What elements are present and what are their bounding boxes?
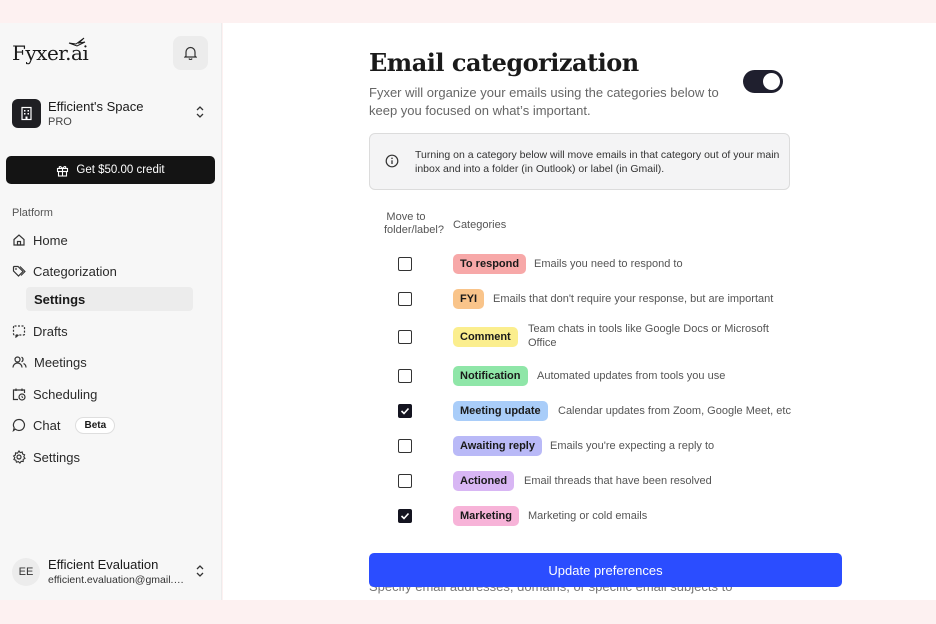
section-label-platform: Platform <box>12 207 53 219</box>
category-tag: Marketing <box>453 506 519 526</box>
sidebar-item-meetings[interactable]: Meetings <box>12 351 87 373</box>
sidebar-item-settings[interactable]: Settings <box>12 446 80 468</box>
page-title: Email categorization <box>369 48 639 77</box>
user-avatar: EE <box>12 558 40 586</box>
category-checkbox[interactable] <box>398 404 412 418</box>
category-description: Emails you need to respond to <box>534 258 683 270</box>
building-icon <box>21 106 32 121</box>
category-description: Team chats in tools like Google Docs or … <box>528 323 769 349</box>
workspace-switcher[interactable]: Efficient's Space PRO <box>12 98 212 130</box>
chat-icon <box>12 418 25 432</box>
category-tag: To respond <box>453 254 527 274</box>
app-logo[interactable]: Fyxer.ai <box>12 37 89 65</box>
top-band <box>0 0 936 23</box>
category-description: Email threads that have been resolved <box>524 475 712 487</box>
user-email: efficient.evaluation@gmail.com <box>48 574 188 586</box>
sidebar-subitem-settings[interactable]: Settings <box>26 287 193 311</box>
category-description: Automated updates from tools you use <box>537 370 726 382</box>
get-credit-button[interactable]: Get $50.00 credit <box>6 156 215 184</box>
category-checkbox[interactable] <box>398 509 412 523</box>
bell-icon <box>184 46 197 60</box>
calendar-clock-icon <box>12 388 26 401</box>
category-checkbox[interactable] <box>398 439 412 453</box>
info-text: Turning on a category below will move em… <box>415 149 780 175</box>
category-row: Notification Automated updates from tool… <box>369 361 799 391</box>
gift-icon <box>57 165 69 177</box>
credit-label: Get $50.00 credit <box>76 164 165 176</box>
category-row: Meeting update Calendar updates from Zoo… <box>369 396 799 426</box>
category-checkbox[interactable] <box>398 369 412 383</box>
workspace-avatar <box>12 99 41 128</box>
users-icon <box>12 356 27 368</box>
category-tag: Actioned <box>453 471 515 491</box>
user-name: Efficient Evaluation <box>48 557 159 572</box>
category-checkbox[interactable] <box>398 474 412 488</box>
category-tag: FYI <box>453 289 485 309</box>
category-tag: Meeting update <box>453 401 548 421</box>
category-row: To respond Emails you need to respond to <box>369 249 799 279</box>
home-icon <box>13 234 25 246</box>
page-subtitle: Fyxer will organize your emails using th… <box>369 85 719 118</box>
column-header-move: Move to folder/label? <box>384 211 444 236</box>
gear-icon <box>12 450 26 464</box>
sidebar-item-scheduling[interactable]: Scheduling <box>12 383 97 405</box>
sidebar-item-home[interactable]: Home <box>12 229 68 251</box>
tag-icon <box>12 265 26 277</box>
chevron-up-down-icon <box>196 565 204 577</box>
category-row: Actioned Email threads that have been re… <box>369 466 799 496</box>
user-menu[interactable]: EE Efficient Evaluation efficient.evalua… <box>12 555 212 589</box>
category-row: Marketing Marketing or cold emails <box>369 501 799 531</box>
notifications-button[interactable] <box>173 36 208 70</box>
category-checkbox[interactable] <box>398 292 412 306</box>
category-checkbox[interactable] <box>398 330 412 344</box>
checkmark-icon <box>400 512 410 520</box>
sidebar-item-chat[interactable]: Chat Beta <box>12 414 116 436</box>
category-row: Awaiting reply Emails you're expecting a… <box>369 431 799 461</box>
toggle-knob <box>763 73 780 90</box>
info-icon <box>385 154 399 168</box>
beta-badge: Beta <box>75 416 116 434</box>
workspace-name: Efficient's Space <box>48 99 144 114</box>
category-row: FYI Emails that don't require your respo… <box>369 283 799 313</box>
category-tag: Comment <box>453 327 518 347</box>
chevron-up-down-icon <box>196 106 204 118</box>
checkmark-icon <box>400 407 410 415</box>
category-tag: Notification <box>453 366 528 386</box>
categorization-toggle[interactable] <box>743 70 783 93</box>
category-description: Emails that don't require your response,… <box>493 293 774 305</box>
category-description: Calendar updates from Zoom, Google Meet,… <box>558 405 791 417</box>
sidebar-item-drafts[interactable]: Drafts <box>12 320 68 342</box>
update-preferences-button[interactable]: Update preferences <box>369 553 842 587</box>
bottom-band <box>0 600 936 624</box>
category-checkbox[interactable] <box>398 257 412 271</box>
category-tag: Awaiting reply <box>453 436 542 456</box>
drafts-icon <box>12 325 26 338</box>
category-description: Emails you're expecting a reply to <box>550 440 715 452</box>
column-header-categories: Categories <box>453 219 507 231</box>
main-content: Email categorization Fyxer will organize… <box>223 23 936 600</box>
category-row: Comment Team chats in tools like Google … <box>369 320 799 354</box>
workspace-plan: PRO <box>48 116 72 128</box>
logo-bird-icon <box>68 37 86 47</box>
sidebar-item-categorization[interactable]: Categorization <box>12 260 117 282</box>
sidebar: Fyxer.ai Efficient's Space PRO Get $50.0… <box>0 23 222 600</box>
info-box: Turning on a category below will move em… <box>369 133 790 190</box>
category-description: Marketing or cold emails <box>528 510 648 522</box>
